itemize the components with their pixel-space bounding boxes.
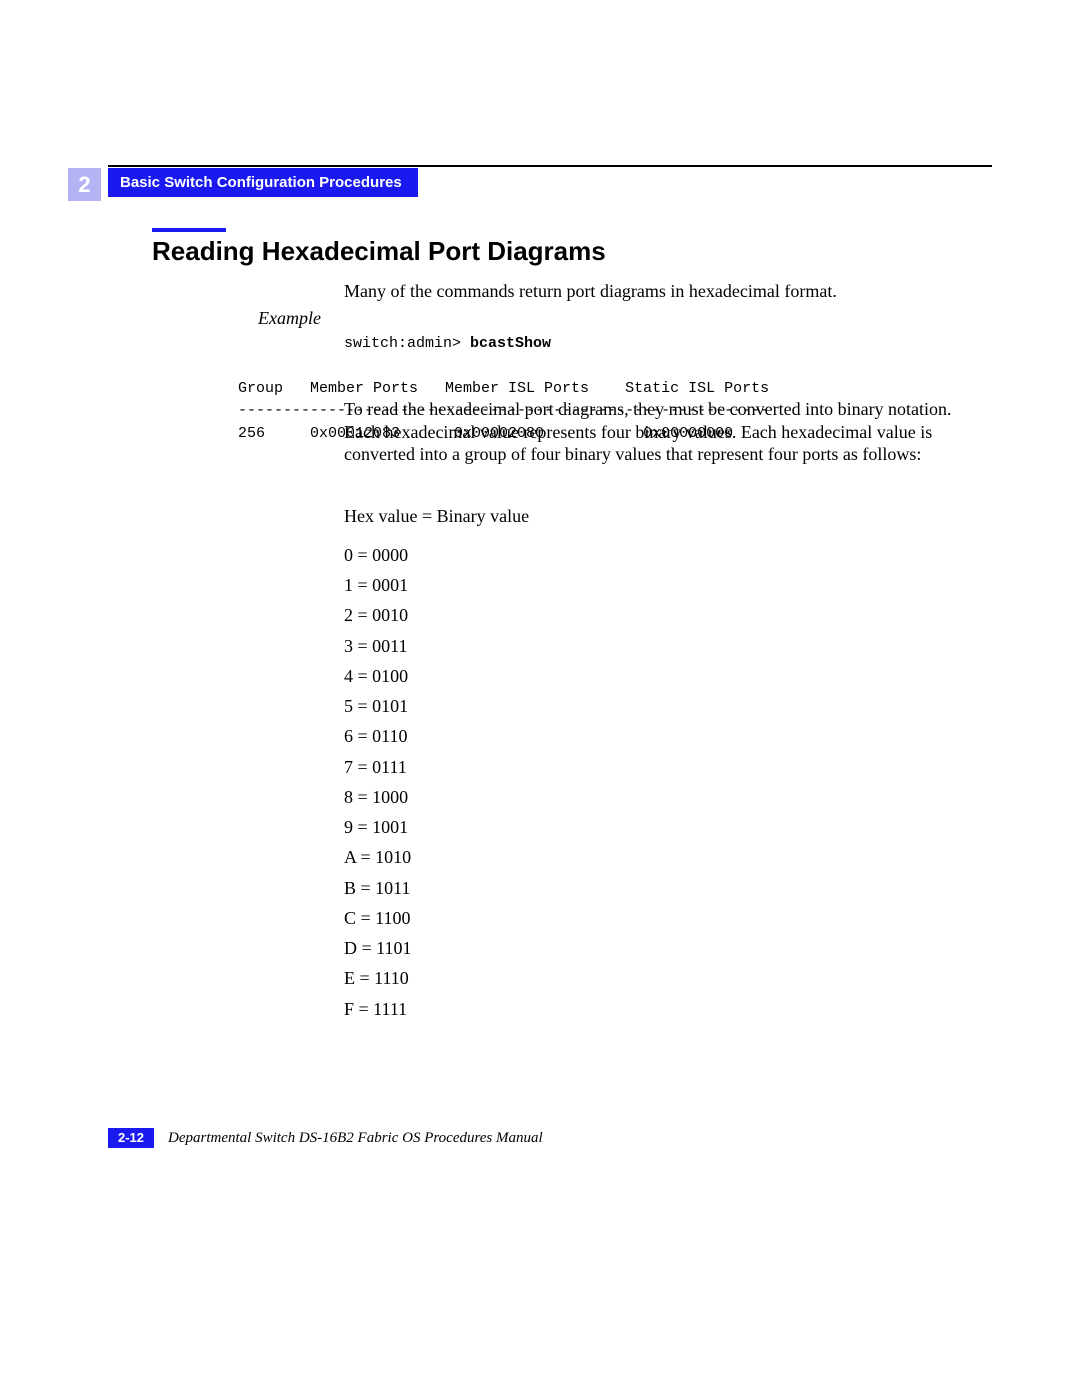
hex-map-item: 8 = 1000 [344,782,411,812]
hex-map-item: D = 1101 [344,933,411,963]
code-command: bcastShow [470,335,551,352]
hex-map-item: 5 = 0101 [344,691,411,721]
section-rule [152,228,226,232]
hex-map-item: 1 = 0001 [344,570,411,600]
hex-map-item: 4 = 0100 [344,661,411,691]
hex-map-item: C = 1100 [344,903,411,933]
hex-value-label: Hex value = Binary value [344,506,529,527]
explain-paragraph: To read the hexadecimal port diagrams, t… [344,398,984,466]
chapter-tab: Basic Switch Configuration Procedures [108,168,418,197]
code-header-line: Group Member Ports Member ISL Ports Stat… [238,380,769,397]
hex-map-item: 0 = 0000 [344,540,411,570]
hex-map-item: 7 = 0111 [344,752,411,782]
intro-paragraph: Many of the commands return port diagram… [344,280,984,303]
code-prompt: switch:admin> [344,335,470,352]
hex-map-item: B = 1011 [344,873,411,903]
header-rule [108,165,992,167]
chapter-number-box: 2 [68,168,101,201]
hex-map-item: 3 = 0011 [344,631,411,661]
footer-page-number: 2-12 [108,1128,154,1148]
footer-manual-title: Departmental Switch DS-16B2 Fabric OS Pr… [168,1128,543,1148]
hex-map-item: F = 1111 [344,994,411,1024]
hex-map-list: 0 = 0000 1 = 0001 2 = 0010 3 = 0011 4 = … [344,540,411,1024]
hex-map-item: 2 = 0010 [344,600,411,630]
hex-map-item: 9 = 1001 [344,812,411,842]
hex-map-item: A = 1010 [344,842,411,872]
hex-map-item: E = 1110 [344,963,411,993]
hex-map-item: 6 = 0110 [344,721,411,751]
section-title: Reading Hexadecimal Port Diagrams [152,236,606,267]
